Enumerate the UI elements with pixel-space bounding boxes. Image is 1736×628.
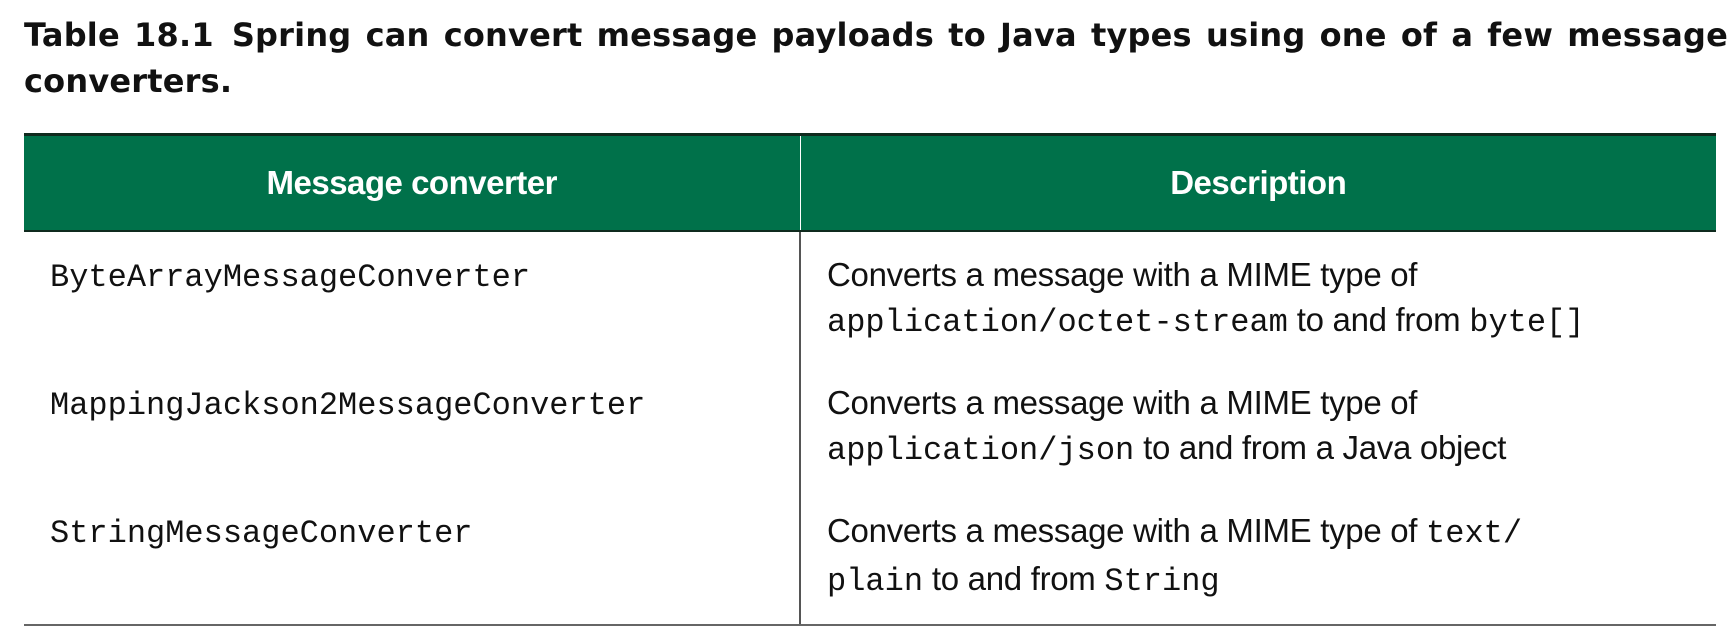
converter-description: Converts a message with a MIME type of a… — [800, 360, 1716, 488]
converter-name: MappingJackson2MessageConverter — [24, 359, 801, 488]
table-row: StringMessageConverter Converts a messag… — [24, 487, 1716, 626]
description-text: Converts a message with a MIME type of — [827, 383, 1418, 421]
column-header-description: Description — [800, 133, 1716, 232]
caption-text: Spring can convert message payloads to J… — [24, 16, 1729, 100]
mime-type-code: application/json — [827, 431, 1135, 469]
table-caption: Table 18.1 Spring can convert message pay… — [24, 12, 1728, 104]
converter-description: Converts a message with a MIME type of t… — [800, 487, 1716, 626]
mime-type-code: application/octet-stream — [827, 303, 1288, 341]
header-row: Message converter Description — [24, 133, 1716, 232]
data-table: Message converter Description ByteArrayM… — [24, 133, 1716, 626]
table-number: Table 18.1 — [24, 16, 214, 54]
table-row: ByteArrayMessageConverter Converts a mes… — [24, 230, 1716, 360]
table-body: ByteArrayMessageConverter Converts a mes… — [24, 230, 1716, 626]
mime-type-code: plain — [827, 562, 924, 600]
description-text: to and from — [1287, 300, 1470, 338]
description-text: Converts a message with a MIME type of — [827, 511, 1427, 549]
converter-name: StringMessageConverter — [24, 487, 801, 626]
java-type-code: String — [1104, 562, 1220, 600]
column-header-message-converter: Message converter — [24, 133, 801, 232]
table-header: Message converter Description — [24, 133, 1716, 232]
converter-description: Converts a message with a MIME type of a… — [800, 231, 1716, 360]
table-row: MappingJackson2MessageConverter Converts… — [24, 359, 1716, 488]
converter-table: Message converter Description ByteArrayM… — [24, 133, 1716, 626]
description-text: Converts a message with a MIME type of — [827, 255, 1418, 293]
java-type-code: byte[] — [1469, 303, 1585, 341]
converter-name: ByteArrayMessageConverter — [24, 230, 801, 360]
description-text: to and from a Java object — [1134, 428, 1507, 466]
description-text: to and from — [923, 559, 1105, 597]
mime-type-code: text/ — [1426, 514, 1523, 552]
